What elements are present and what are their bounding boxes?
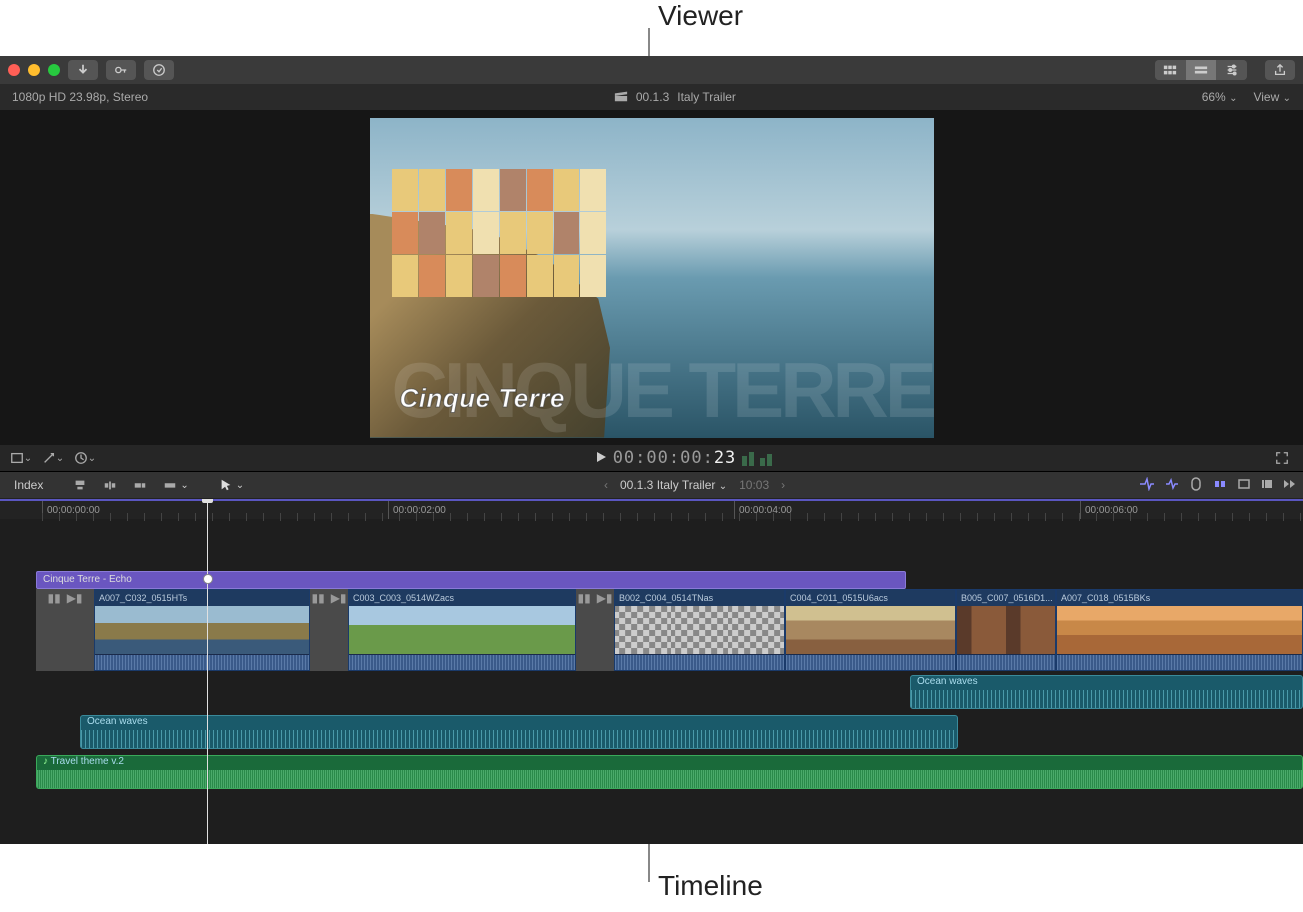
zoom-window-button[interactable] (48, 64, 60, 76)
browser-layout-button[interactable] (1155, 60, 1185, 80)
minimize-window-button[interactable] (28, 64, 40, 76)
audio-clip[interactable]: Ocean waves (910, 675, 1303, 709)
clip-name-label: B005_C007_0516D1... (957, 590, 1055, 606)
close-window-button[interactable] (8, 64, 20, 76)
workspace-layout-segment (1155, 60, 1247, 80)
retime-menu[interactable]: ⌄ (72, 448, 98, 468)
audio-skimming-toggle[interactable] (1165, 477, 1179, 494)
skimming-toggle[interactable] (1139, 477, 1155, 494)
timeline-layout-button[interactable] (1186, 60, 1216, 80)
timeline-duration: 10:03 (739, 478, 769, 492)
timeline-index-button[interactable]: Index (8, 476, 49, 494)
viewer-controls-bar: ⌄ ⌄ ⌄ 00:00:00:23 (0, 445, 1303, 471)
video-clip[interactable]: B005_C007_0516D1... (956, 589, 1056, 671)
transition-clip[interactable]: ▮▮▶▮ (36, 589, 94, 671)
timeline-callout-label: Timeline (658, 870, 763, 902)
title-clip[interactable]: Cinque Terre - Echo (36, 571, 906, 589)
insert-clip-button[interactable] (97, 476, 123, 494)
view-menu-dropdown[interactable]: View ⌄ (1253, 90, 1291, 104)
audio-clip[interactable]: Travel theme v.2 (36, 755, 1303, 789)
audio-clip[interactable]: Ocean waves (80, 715, 958, 749)
clip-name-label: C003_C003_0514WZacs (349, 590, 575, 606)
transition-clip[interactable]: ▮▮▶▮ (310, 589, 348, 671)
clip-name-label: A007_C018_0515BKs (1057, 590, 1302, 606)
clip-appearance-menu[interactable]: ⌄ (8, 448, 34, 468)
window-controls (8, 64, 60, 76)
audio-clip-label: Ocean waves (81, 716, 957, 730)
app-window: 1080p HD 23.98p, Stereo 00.1.3 Italy Tra… (0, 56, 1303, 844)
timeline-project-code: 00.1.3 (620, 478, 653, 492)
transition-clip[interactable]: ▮▮▶▮ (576, 589, 614, 671)
video-clip[interactable]: C003_C003_0514WZacs (348, 589, 576, 671)
window-titlebar (0, 56, 1303, 84)
playhead[interactable] (207, 499, 208, 844)
timeline-toolbar: Index ⌄ ⌄ ‹ 00.1.3 Italy Trailer ⌄ 10:03… (0, 471, 1303, 499)
video-format-label: 1080p HD 23.98p, Stereo (12, 90, 148, 104)
select-tool-menu[interactable]: ⌄ (213, 476, 250, 494)
clip-name-label: A007_C032_0515HTs (95, 590, 309, 606)
project-info-bar: 1080p HD 23.98p, Stereo 00.1.3 Italy Tra… (0, 84, 1303, 110)
audio-clip-label: Ocean waves (911, 676, 1302, 690)
timeline-callout-line (648, 842, 650, 882)
inspector-toggle-button[interactable] (1217, 60, 1247, 80)
clip-name-label: C004_C011_0515U6acs (786, 590, 955, 606)
video-clip[interactable]: C004_C011_0515U6acs (785, 589, 956, 671)
viewer-callout-label: Viewer (658, 0, 743, 32)
primary-storyline: ▮▮▶▮A007_C032_0515HTs▮▮▶▮C003_C003_0514W… (36, 589, 1303, 671)
project-code-label: 00.1.3 (636, 90, 669, 104)
timeline-project-name-menu[interactable]: Italy Trailer ⌄ (657, 478, 727, 492)
keyword-button[interactable] (106, 60, 136, 80)
render-button[interactable] (1237, 477, 1251, 494)
solo-toggle[interactable] (1189, 477, 1203, 494)
import-button[interactable] (68, 60, 98, 80)
append-clip-button[interactable] (127, 476, 153, 494)
next-edit-button[interactable] (1283, 478, 1295, 493)
project-name-label: Italy Trailer (677, 90, 736, 104)
timecode-display[interactable]: 00:00:00:23 (613, 448, 737, 468)
audio-clip-label: Travel theme v.2 (37, 756, 1302, 770)
snapping-toggle[interactable] (1213, 477, 1227, 494)
prev-edit-button[interactable] (1261, 478, 1273, 493)
viewer-area: CINQUE TERRE Cinque Terre (0, 110, 1303, 445)
zoom-level-dropdown[interactable]: 66% ⌄ (1202, 90, 1238, 104)
timeline-area[interactable]: 00:00:00:00 00:00:02:00 00:00:04:00 00:0… (0, 499, 1303, 844)
title-overlay: Cinque Terre (400, 383, 565, 414)
clip-name-label: B002_C004_0514TNas (615, 590, 784, 606)
share-button[interactable] (1265, 60, 1295, 80)
timeline-history-forward[interactable]: › (781, 478, 785, 492)
video-clip[interactable]: A007_C018_0515BKs (1056, 589, 1303, 671)
background-tasks-button[interactable] (144, 60, 174, 80)
effects-menu[interactable]: ⌄ (40, 448, 66, 468)
ruler-label: 00:00:00:00 (42, 501, 100, 519)
viewer-canvas[interactable]: CINQUE TERRE Cinque Terre (370, 118, 934, 438)
clapperboard-icon (614, 89, 628, 106)
audio-meter (742, 450, 772, 466)
ruler-label: 00:00:04:00 (734, 501, 792, 519)
play-button[interactable] (595, 451, 607, 466)
video-clip[interactable]: A007_C032_0515HTs (94, 589, 310, 671)
video-clip[interactable]: B002_C004_0514TNas (614, 589, 785, 671)
connect-clip-button[interactable] (67, 476, 93, 494)
fullscreen-button[interactable] (1269, 448, 1295, 468)
timeline-ruler[interactable]: 00:00:00:00 00:00:02:00 00:00:04:00 00:0… (0, 499, 1303, 519)
overwrite-clip-button[interactable]: ⌄ (157, 476, 194, 494)
timeline-history-back[interactable]: ‹ (604, 478, 608, 492)
